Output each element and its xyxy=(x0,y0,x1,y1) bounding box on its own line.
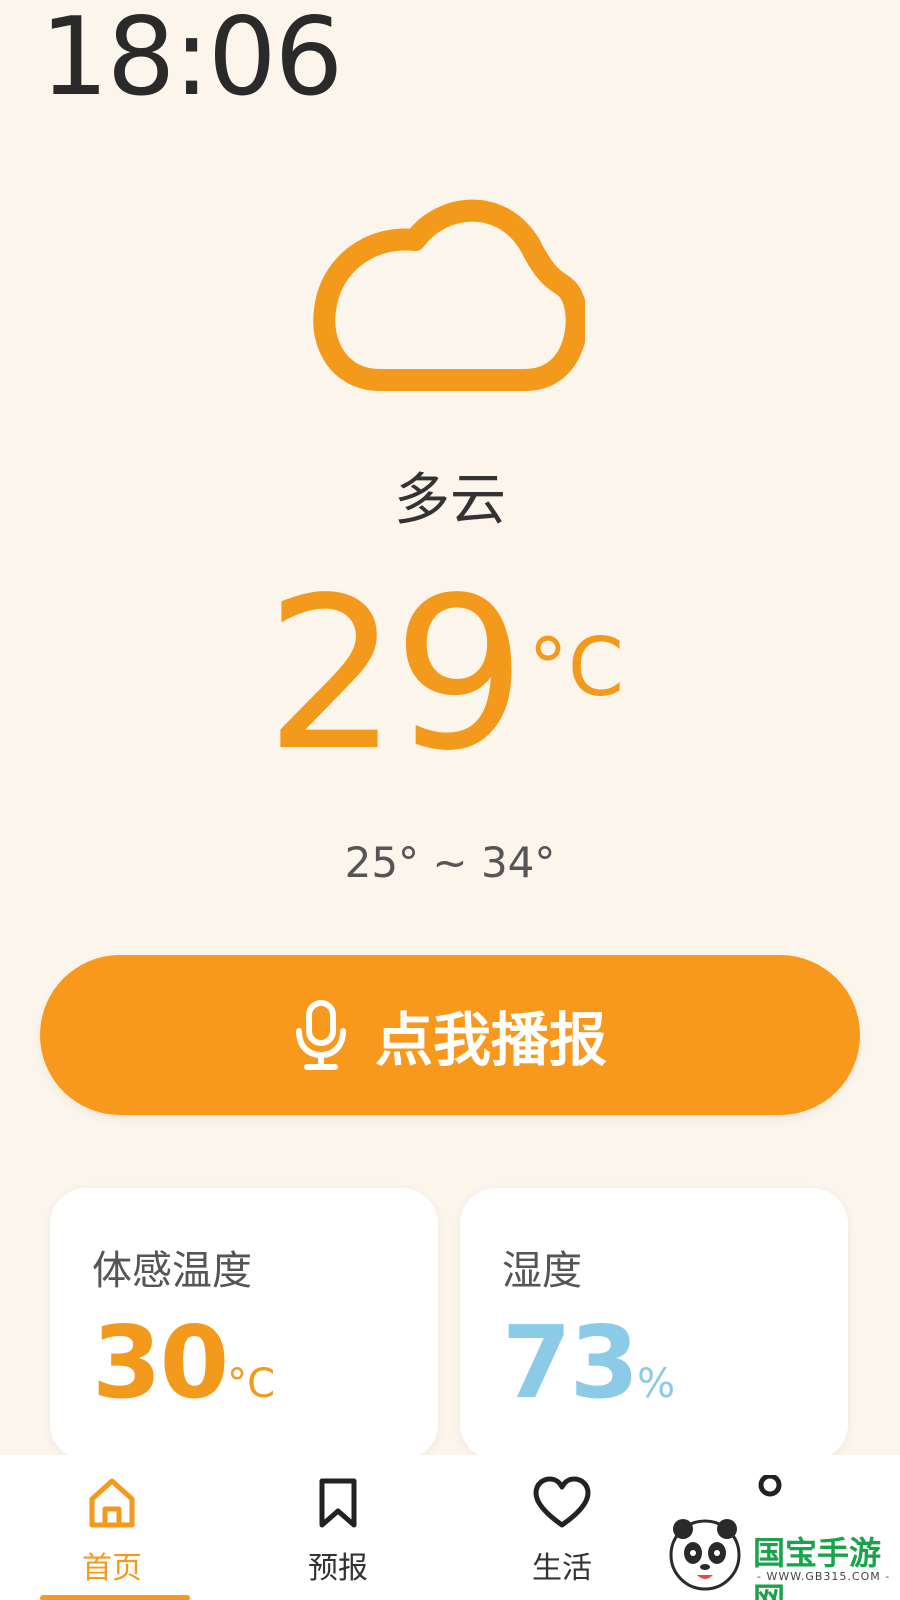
tab-home[interactable]: 首页 xyxy=(42,1475,182,1595)
current-temperature: 29 xyxy=(265,552,526,797)
cloud-icon xyxy=(310,195,588,405)
humidity-unit: % xyxy=(637,1361,676,1407)
panda-logo-icon xyxy=(669,1519,741,1591)
feels-like-unit: °C xyxy=(227,1361,276,1407)
tab-life-label: 生活 xyxy=(532,1551,592,1586)
temperature-unit: °C xyxy=(528,621,624,714)
humidity-label: 湿度 xyxy=(502,1248,582,1294)
home-icon xyxy=(89,1478,135,1528)
active-tab-indicator xyxy=(40,1595,190,1600)
bookmark-icon xyxy=(319,1478,357,1528)
feels-like-value: 30°C xyxy=(92,1313,275,1413)
speak-button-label: 点我播报 xyxy=(374,1006,607,1074)
status-time: 18:06 xyxy=(40,0,343,120)
feels-like-label: 体感温度 xyxy=(92,1248,252,1294)
tab-life[interactable]: 生活 xyxy=(492,1475,632,1595)
weather-screen: 18:06 多云 29 °C 25° ~ 34° 点我播报 体感温度 30°C … xyxy=(0,0,900,1600)
watermark-url: - WWW.GB315.COM - xyxy=(757,1570,891,1583)
tab-home-label: 首页 xyxy=(82,1551,142,1586)
temperature-block: 29 °C xyxy=(0,570,900,790)
feels-like-card[interactable]: 体感温度 30°C xyxy=(50,1188,438,1460)
watermark-text: 国宝手游网 xyxy=(753,1534,882,1600)
humidity-value: 73% xyxy=(502,1313,675,1413)
heart-icon xyxy=(533,1476,591,1528)
weather-condition: 多云 xyxy=(394,468,506,533)
microphone-icon xyxy=(295,1000,346,1070)
watermark: 国宝手游网 - WWW.GB315.COM - xyxy=(665,1510,900,1600)
feels-like-number: 30 xyxy=(92,1304,229,1421)
tab-forecast[interactable]: 预报 xyxy=(268,1475,408,1595)
tab-forecast-label: 预报 xyxy=(308,1551,368,1586)
temperature-range: 25° ~ 34° xyxy=(344,838,556,887)
speak-button[interactable]: 点我播报 xyxy=(40,955,860,1115)
humidity-card[interactable]: 湿度 73% xyxy=(460,1188,848,1460)
humidity-number: 73 xyxy=(502,1304,639,1421)
